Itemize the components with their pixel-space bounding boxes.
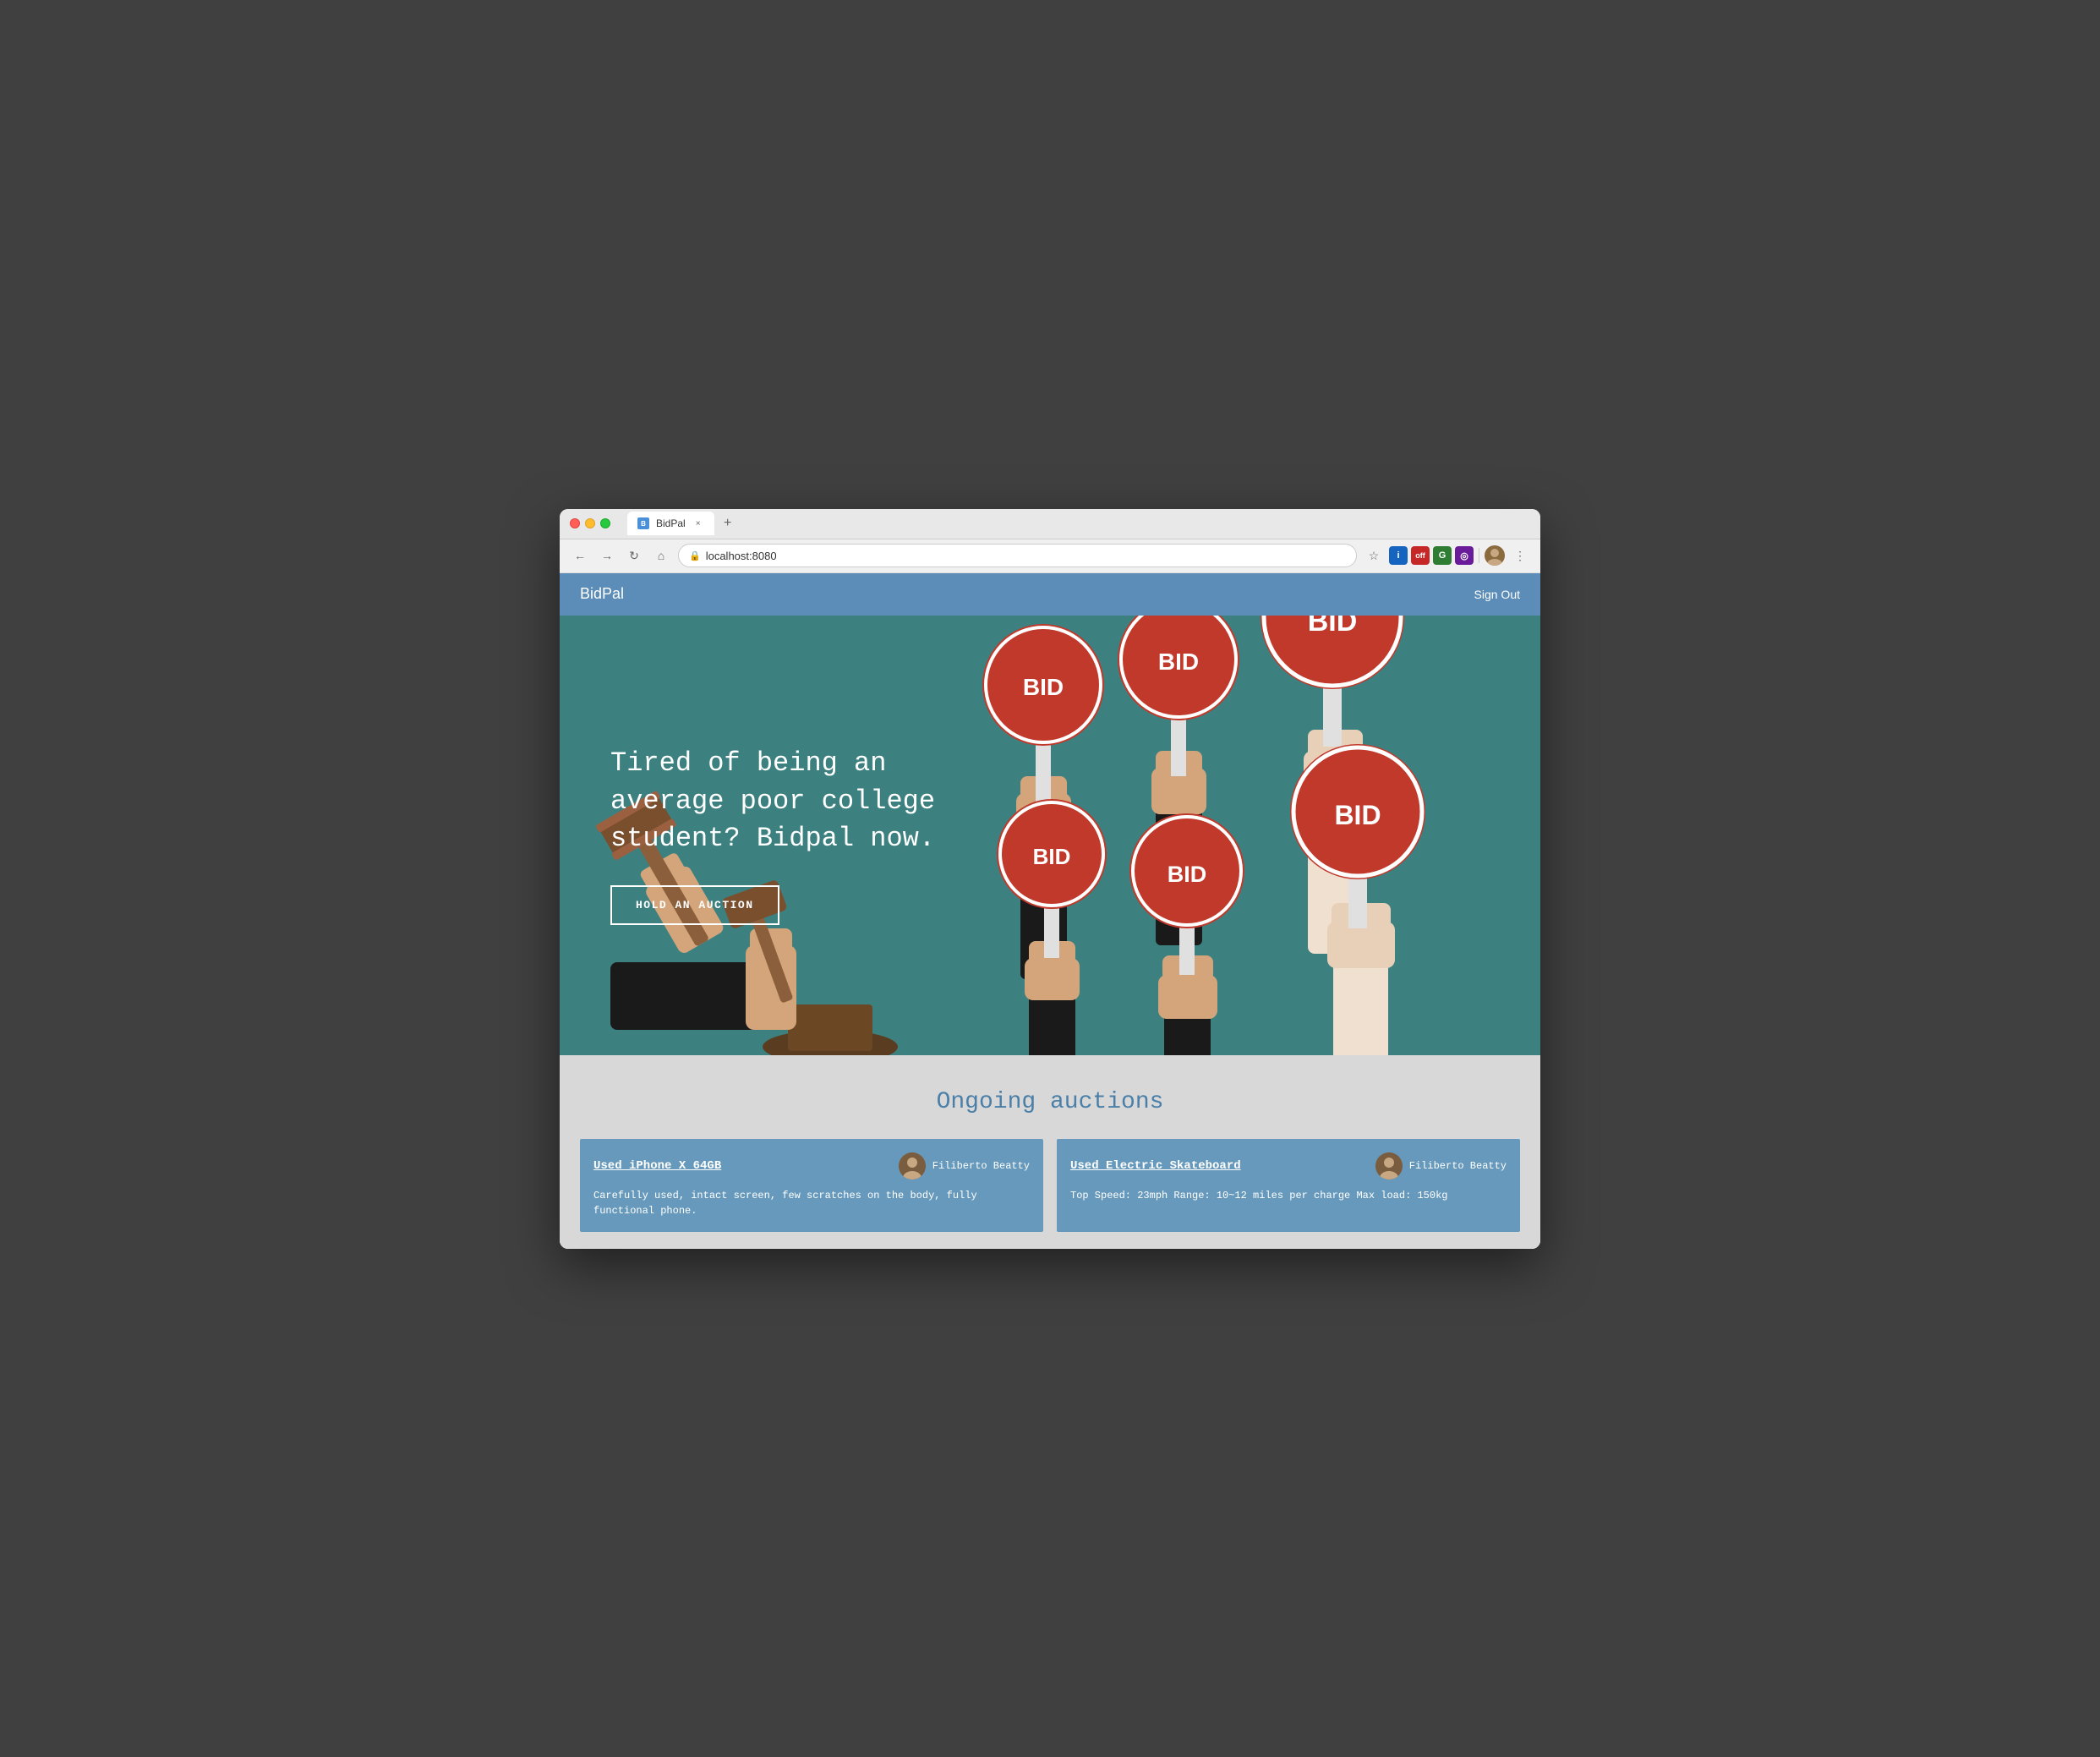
auction-seller-1: Filiberto Beatty xyxy=(899,1152,1030,1180)
auction-desc-1: Carefully used, intact screen, few scrat… xyxy=(593,1188,1030,1218)
more-menu-button[interactable]: ⋮ xyxy=(1510,545,1530,566)
auction-seller-2: Filiberto Beatty xyxy=(1375,1152,1507,1180)
hero-title: Tired of being an average poor college s… xyxy=(610,745,999,858)
tab-favicon: B xyxy=(637,517,649,529)
hero-section: BID BID xyxy=(560,616,1540,1055)
bottom-section: Ongoing auctions Used iPhone X 64GB xyxy=(560,1055,1540,1249)
auction-title-1[interactable]: Used iPhone X 64GB xyxy=(593,1159,721,1173)
auction-card-1-header: Used iPhone X 64GB Filiberto Beatty xyxy=(593,1152,1030,1180)
extension-icons: i off G ◎ xyxy=(1389,546,1474,565)
hero-content: Tired of being an average poor college s… xyxy=(560,711,1050,959)
auction-title-2[interactable]: Used Electric Skateboard xyxy=(1070,1159,1241,1173)
ext-icon-1[interactable]: i xyxy=(1389,546,1408,565)
auctions-title: Ongoing auctions xyxy=(580,1089,1520,1115)
browser-actions: ☆ i off G ◎ ⋮ xyxy=(1364,545,1530,566)
hold-auction-button[interactable]: HOLD AN AUCTION xyxy=(610,885,779,925)
minimize-button[interactable] xyxy=(585,518,595,528)
close-button[interactable] xyxy=(570,518,580,528)
tab-bar: B BidPal × + xyxy=(627,512,1530,535)
title-bar: B BidPal × + xyxy=(560,509,1540,539)
sign-out-link[interactable]: Sign Out xyxy=(1474,588,1520,601)
bookmark-icon[interactable]: ☆ xyxy=(1364,545,1384,566)
svg-text:BID: BID xyxy=(1023,674,1064,700)
lock-icon: 🔒 xyxy=(689,550,701,561)
traffic-lights xyxy=(570,518,610,528)
active-tab[interactable]: B BidPal × xyxy=(627,512,714,535)
auction-card-2: Used Electric Skateboard Filiberto Beatt… xyxy=(1057,1139,1520,1232)
url-bar[interactable]: 🔒 localhost:8080 xyxy=(678,544,1357,567)
address-bar: ← → ↻ ⌂ 🔒 localhost:8080 ☆ i off G ◎ ⋮ xyxy=(560,539,1540,573)
url-text: localhost:8080 xyxy=(706,550,777,562)
tab-title: BidPal xyxy=(656,517,686,529)
back-button[interactable]: ← xyxy=(570,545,590,566)
svg-text:BID: BID xyxy=(1308,616,1358,638)
app-brand[interactable]: BidPal xyxy=(580,585,624,603)
browser-window: B BidPal × + ← → ↻ ⌂ 🔒 localhost:8080 ☆ … xyxy=(560,509,1540,1249)
svg-text:BID: BID xyxy=(1158,649,1199,675)
ext-icon-3[interactable]: G xyxy=(1433,546,1452,565)
profile-avatar[interactable] xyxy=(1485,545,1505,566)
ext-icon-4[interactable]: ◎ xyxy=(1455,546,1474,565)
reload-button[interactable]: ↻ xyxy=(624,545,644,566)
ext-icon-off[interactable]: off xyxy=(1411,546,1430,565)
tab-close-button[interactable]: × xyxy=(692,517,704,529)
auction-card-2-header: Used Electric Skateboard Filiberto Beatt… xyxy=(1070,1152,1507,1180)
seller-name-1: Filiberto Beatty xyxy=(932,1160,1030,1172)
home-button[interactable]: ⌂ xyxy=(651,545,671,566)
forward-button[interactable]: → xyxy=(597,545,617,566)
app-content: BidPal Sign Out xyxy=(560,573,1540,1249)
app-navbar: BidPal Sign Out xyxy=(560,573,1540,616)
auction-desc-2: Top Speed: 23mph Range: 10~12 miles per … xyxy=(1070,1188,1507,1203)
svg-text:BID: BID xyxy=(1168,862,1207,887)
svg-text:BID: BID xyxy=(1334,800,1381,830)
maximize-button[interactable] xyxy=(600,518,610,528)
auction-card-1: Used iPhone X 64GB Filiberto Beatty xyxy=(580,1139,1043,1232)
seller-avatar-1 xyxy=(899,1152,926,1180)
auctions-grid: Used iPhone X 64GB Filiberto Beatty xyxy=(580,1139,1520,1232)
seller-avatar-2 xyxy=(1375,1152,1403,1180)
seller-name-2: Filiberto Beatty xyxy=(1409,1160,1507,1172)
new-tab-button[interactable]: + xyxy=(718,513,738,534)
